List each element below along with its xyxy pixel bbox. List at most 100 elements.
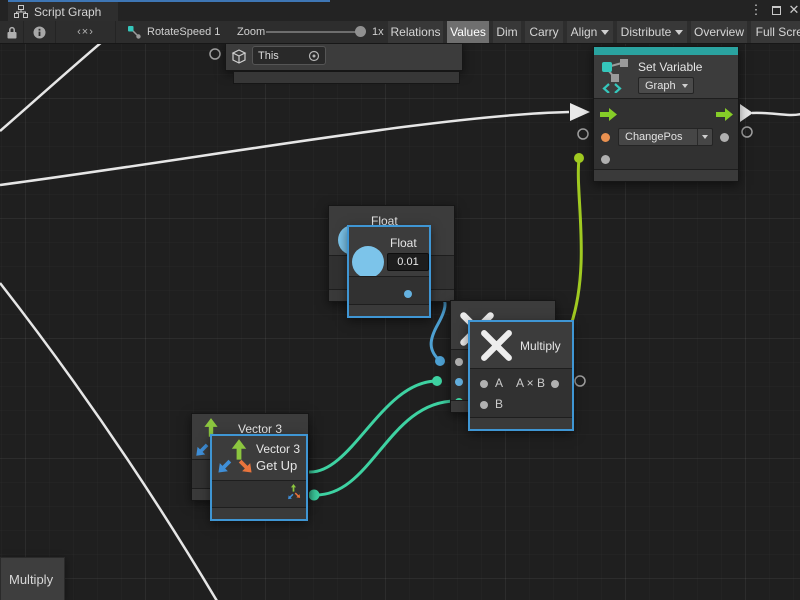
dim-button[interactable]: Dim [493, 21, 521, 43]
distribute-button[interactable]: Distribute [617, 21, 687, 43]
dim-label: Dim [496, 25, 517, 39]
script-graph-asset-icon [128, 26, 141, 39]
multiply-result-label: A × B [516, 376, 545, 390]
script-graph-window: Script Graph ⋮ ✕ ‹×› [0, 0, 800, 600]
node-multiply[interactable]: Multiply A A × B B [468, 320, 574, 431]
overview-label: Overview [694, 25, 744, 39]
flow-arrow-in [570, 103, 590, 121]
full-screen-button[interactable]: Full Screen [751, 21, 800, 43]
node-float[interactable]: Float 0.01 [347, 225, 431, 318]
multiply-input-a-port[interactable] [455, 378, 463, 386]
tab-title: Script Graph [34, 5, 101, 19]
overview-button[interactable]: Overview [691, 21, 747, 43]
relation-port-multiply-right[interactable] [575, 376, 585, 386]
float-value-field[interactable]: 0.01 [387, 253, 429, 271]
code-brackets-icon: ‹×› [77, 26, 94, 38]
multiply-a-port[interactable] [480, 380, 488, 388]
node-vector3-get-up[interactable]: Vector 3 Get Up [210, 434, 308, 521]
zoom-slider-handle[interactable] [355, 26, 366, 37]
wire-vector3-front-to-multiply[interactable] [314, 401, 456, 495]
values-button[interactable]: Values [447, 21, 489, 43]
multiply-b-port[interactable] [480, 401, 488, 409]
node-this[interactable]: This [225, 44, 463, 71]
wire-endpoint-multiply-a[interactable] [435, 356, 445, 366]
carry-button[interactable]: Carry [525, 21, 563, 43]
graph-canvas[interactable]: This Float Float 0.01 [0, 44, 800, 600]
variable-scope-value: Graph [639, 80, 682, 92]
relations-button[interactable]: Relations [388, 21, 443, 43]
multiply-input-port[interactable] [455, 358, 463, 366]
graph-toolbar: ‹×› RotateSpeed 1 Zoom 1x Relations Valu… [0, 21, 800, 44]
window-menu-button[interactable]: ⋮ [748, 2, 764, 18]
set-variable-title: Set Variable [638, 60, 702, 74]
graph-name: RotateSpeed 1 [147, 26, 220, 38]
flow-out-arrow-icon[interactable] [716, 108, 733, 121]
distribute-label: Distribute [621, 25, 672, 39]
set-variable-accent-strip [594, 47, 738, 55]
multiply-result-port[interactable] [551, 380, 559, 388]
object-picker-icon[interactable] [308, 50, 320, 62]
multiply-a-label: A [495, 376, 503, 390]
multiply-tooltip: Multiply [0, 557, 65, 600]
multiply-title: Multiply [520, 339, 561, 353]
wire-endpoint-vector3-output[interactable] [309, 490, 320, 501]
full-screen-label: Full Screen [756, 25, 800, 39]
info-icon [33, 26, 46, 39]
this-object-field[interactable]: This [252, 46, 326, 65]
zoom-slider-track[interactable] [266, 31, 358, 33]
graph-breadcrumb[interactable]: RotateSpeed 1 [128, 21, 220, 43]
arrow-down-left-icon [215, 457, 234, 476]
carry-label: Carry [529, 25, 558, 39]
flow-in-arrow-icon[interactable] [600, 108, 617, 121]
float-output-port[interactable] [404, 290, 412, 298]
lock-button[interactable] [0, 21, 24, 43]
variable-value-port[interactable] [601, 155, 610, 164]
multiply-body: A A × B B [470, 368, 572, 420]
dropdown-caret-cell[interactable] [697, 129, 712, 145]
wire-flow-offscreen-bottom[interactable] [0, 283, 217, 600]
flow-arrow-out [740, 104, 753, 122]
chevron-down-icon [675, 30, 683, 35]
chevron-down-icon [682, 84, 688, 88]
variable-scope-dropdown[interactable]: Graph [638, 77, 694, 94]
close-icon: ✕ [789, 2, 800, 18]
variable-name-dropdown[interactable]: ChangePos [618, 128, 713, 146]
zoom-label: Zoom [237, 26, 265, 38]
wire-flow-into-set-variable[interactable] [0, 112, 569, 185]
relations-label: Relations [390, 25, 440, 39]
graph-tab-icon [14, 5, 28, 18]
align-button[interactable]: Align [567, 21, 613, 43]
multiply-tooltip-label: Multiply [9, 572, 53, 587]
wire-flow-offscreen-left[interactable] [0, 44, 103, 131]
multiply-x-icon [479, 328, 514, 363]
wire-multiply-to-set-variable[interactable] [571, 159, 581, 325]
graph-variable-icon [602, 59, 630, 93]
multiply-footer [470, 417, 572, 429]
window-close-button[interactable]: ✕ [786, 2, 800, 18]
lock-icon [6, 26, 18, 39]
tab-script-graph[interactable]: Script Graph [8, 2, 118, 21]
info-button[interactable] [24, 21, 56, 43]
multiply-b-label: B [495, 397, 503, 411]
node-set-variable[interactable]: Set Variable Graph ChangePos [593, 46, 739, 182]
variable-name-port[interactable] [601, 133, 610, 142]
wire-endpoint-set-variable-input[interactable] [574, 153, 584, 163]
relation-port-this[interactable] [210, 49, 220, 59]
variable-output-port[interactable] [720, 133, 729, 142]
vector3-title: Vector 3 [256, 442, 300, 456]
relation-port-set-variable-left[interactable] [578, 129, 588, 139]
float-value: 0.01 [397, 256, 418, 268]
wire-endpoint-multiply-b[interactable] [432, 376, 442, 386]
vector3-operation: Get Up [256, 458, 297, 473]
wire-flow-out-of-set-variable[interactable] [752, 113, 800, 115]
relation-port-set-variable-right[interactable] [742, 127, 752, 137]
this-field-value: This [258, 50, 308, 62]
kebab-menu-icon: ⋮ [750, 2, 763, 18]
chevron-down-icon [702, 135, 708, 139]
set-variable-footer [594, 169, 738, 181]
window-maximize-button[interactable] [768, 2, 784, 18]
align-label: Align [571, 25, 598, 39]
code-view-button[interactable]: ‹×› [56, 21, 116, 43]
set-variable-body: ChangePos [594, 98, 738, 173]
node-this-footer[interactable] [233, 71, 460, 84]
